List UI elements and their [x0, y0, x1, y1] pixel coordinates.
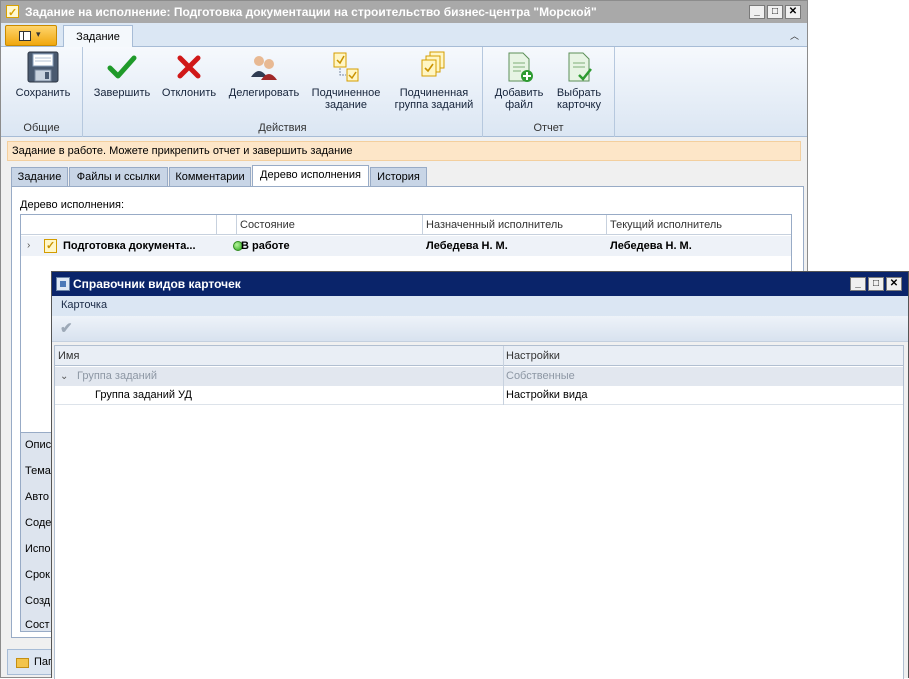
- column-header-name[interactable]: Имя: [55, 346, 503, 366]
- ribbon-group-actions: Завершить Отклонить Делегировать Подчине…: [83, 47, 483, 137]
- close-button[interactable]: ✕: [886, 277, 902, 291]
- ribbon-tab-task[interactable]: Задание: [63, 25, 133, 48]
- save-label: Сохранить: [15, 87, 71, 99]
- collapse-icon[interactable]: ⌄: [60, 367, 68, 386]
- complete-button[interactable]: Завершить: [89, 51, 155, 99]
- column-divider: [503, 346, 504, 405]
- subtask-label-line1: Подчиненное: [311, 87, 381, 99]
- card-type-settings: Настройки вида: [506, 389, 588, 401]
- grid-header: Имя Настройки: [55, 346, 903, 366]
- tree-row[interactable]: › Подготовка документа... В работе Лебед…: [21, 236, 791, 256]
- select-card-label-line1: Выбрать: [556, 87, 602, 99]
- ribbon-collapse-icon[interactable]: ︿: [790, 29, 799, 42]
- column-header-indicator[interactable]: [217, 215, 237, 235]
- main-window-title: Задание на исполнение: Подготовка докуме…: [25, 5, 597, 19]
- subgroup-label-line1: Подчиненная: [399, 87, 469, 99]
- column-header-assigned[interactable]: Назначенный исполнитель: [423, 215, 607, 235]
- add-file-label-line1: Добавить: [494, 87, 544, 99]
- execution-tree-caption: Дерево исполнения:: [20, 199, 125, 211]
- apply-checkmark-icon[interactable]: ✔: [60, 319, 73, 337]
- subtask-label-line2: задание: [324, 99, 368, 111]
- add-file-button[interactable]: Добавить файл: [489, 51, 549, 111]
- dialog-window-controls: _ □ ✕: [850, 277, 904, 291]
- task-icon: [44, 236, 57, 256]
- minimize-button[interactable]: _: [850, 277, 866, 291]
- checkmark-icon: [106, 51, 138, 83]
- card-types-grid: Имя Настройки ⌄ Группа заданий Собственн…: [54, 345, 904, 679]
- tree-grid-header: Состояние Назначенный исполнитель Текущи…: [21, 215, 791, 235]
- subgroup-label-line2: группа заданий: [394, 99, 474, 111]
- current-executor: Лебедева Н. М.: [610, 240, 692, 252]
- assigned-executor: Лебедева Н. М.: [426, 240, 508, 252]
- folder-icon: [16, 658, 29, 668]
- task-status: В работе: [241, 240, 290, 252]
- ribbon-tab-strip: ▾ Задание ︿: [1, 23, 807, 48]
- users-icon: [248, 51, 280, 83]
- column-header-status[interactable]: Состояние: [237, 215, 423, 235]
- document-add-icon: [503, 51, 535, 83]
- reject-label: Отклонить: [161, 87, 217, 99]
- select-card-label-line2: карточку: [556, 99, 601, 111]
- ribbon-group-report: Добавить файл Выбрать карточку Отчет: [483, 47, 615, 137]
- tab-task[interactable]: Задание: [11, 167, 68, 187]
- group-label-actions: Действия: [258, 122, 307, 134]
- ribbon-panel: Сохранить Общие Завершить Отклонить Деле…: [1, 47, 807, 137]
- main-title-bar[interactable]: Задание на исполнение: Подготовка докуме…: [1, 1, 807, 24]
- dialog-title-bar[interactable]: Справочник видов карточек _ □ ✕: [52, 272, 908, 296]
- group-row[interactable]: ⌄ Группа заданий Собственные: [55, 367, 903, 386]
- tab-files-links[interactable]: Файлы и ссылки: [69, 167, 168, 187]
- dialog-toolbar: ✔: [52, 316, 908, 342]
- expand-icon[interactable]: ›: [27, 236, 30, 256]
- group-name: Группа заданий: [77, 370, 157, 382]
- column-header-name[interactable]: [21, 215, 217, 235]
- ribbon-group-general: Сохранить Общие: [1, 47, 83, 137]
- window-controls: _ □ ✕: [749, 5, 803, 19]
- application-menu-button[interactable]: ▾: [5, 25, 57, 46]
- close-button[interactable]: ✕: [785, 5, 801, 19]
- menu-grid-icon: [19, 31, 31, 41]
- tab-execution-tree[interactable]: Дерево исполнения: [252, 165, 369, 187]
- save-button[interactable]: Сохранить: [9, 51, 77, 99]
- table-row[interactable]: Группа заданий УД Настройки вида: [55, 386, 903, 405]
- task-icon: [6, 2, 19, 24]
- delegate-button[interactable]: Делегировать: [223, 51, 305, 99]
- column-header-current[interactable]: Текущий исполнитель: [607, 215, 791, 235]
- tab-comments[interactable]: Комментарии: [169, 167, 251, 187]
- delegate-label: Делегировать: [228, 87, 300, 99]
- card-type-name: Группа заданий УД: [95, 389, 192, 401]
- add-file-label-line2: файл: [505, 99, 533, 111]
- subtask-group-button[interactable]: Подчиненная группа заданий: [387, 51, 481, 111]
- subtask-icon: [330, 51, 362, 83]
- subtask-button[interactable]: Подчиненное задание: [307, 51, 385, 111]
- document-check-icon: [563, 51, 595, 83]
- card-types-dialog: Справочник видов карточек _ □ ✕ Карточка…: [51, 271, 909, 679]
- group-label-general: Общие: [23, 122, 60, 134]
- task-name: Подготовка документа...: [63, 240, 196, 252]
- red-x-icon: [173, 51, 205, 83]
- group-settings: Собственные: [506, 370, 575, 382]
- chevron-down-icon: ▾: [36, 29, 41, 39]
- select-card-button[interactable]: Выбрать карточку: [549, 51, 609, 111]
- tab-history[interactable]: История: [370, 167, 427, 187]
- maximize-button[interactable]: □: [868, 277, 884, 291]
- menu-item-card[interactable]: Карточка: [61, 299, 107, 311]
- floppy-disk-icon: [27, 51, 59, 83]
- column-header-settings[interactable]: Настройки: [503, 346, 903, 366]
- directory-icon: [56, 277, 70, 291]
- group-label-report: Отчет: [533, 122, 564, 134]
- minimize-button[interactable]: _: [749, 5, 765, 19]
- reject-button[interactable]: Отклонить: [157, 51, 221, 99]
- info-bar: Задание в работе. Можете прикрепить отче…: [7, 141, 801, 161]
- dialog-menu-bar: Карточка: [52, 296, 908, 316]
- dialog-title: Справочник видов карточек: [73, 277, 241, 291]
- maximize-button[interactable]: □: [767, 5, 783, 19]
- task-group-icon: [418, 51, 450, 83]
- complete-label: Завершить: [93, 87, 151, 99]
